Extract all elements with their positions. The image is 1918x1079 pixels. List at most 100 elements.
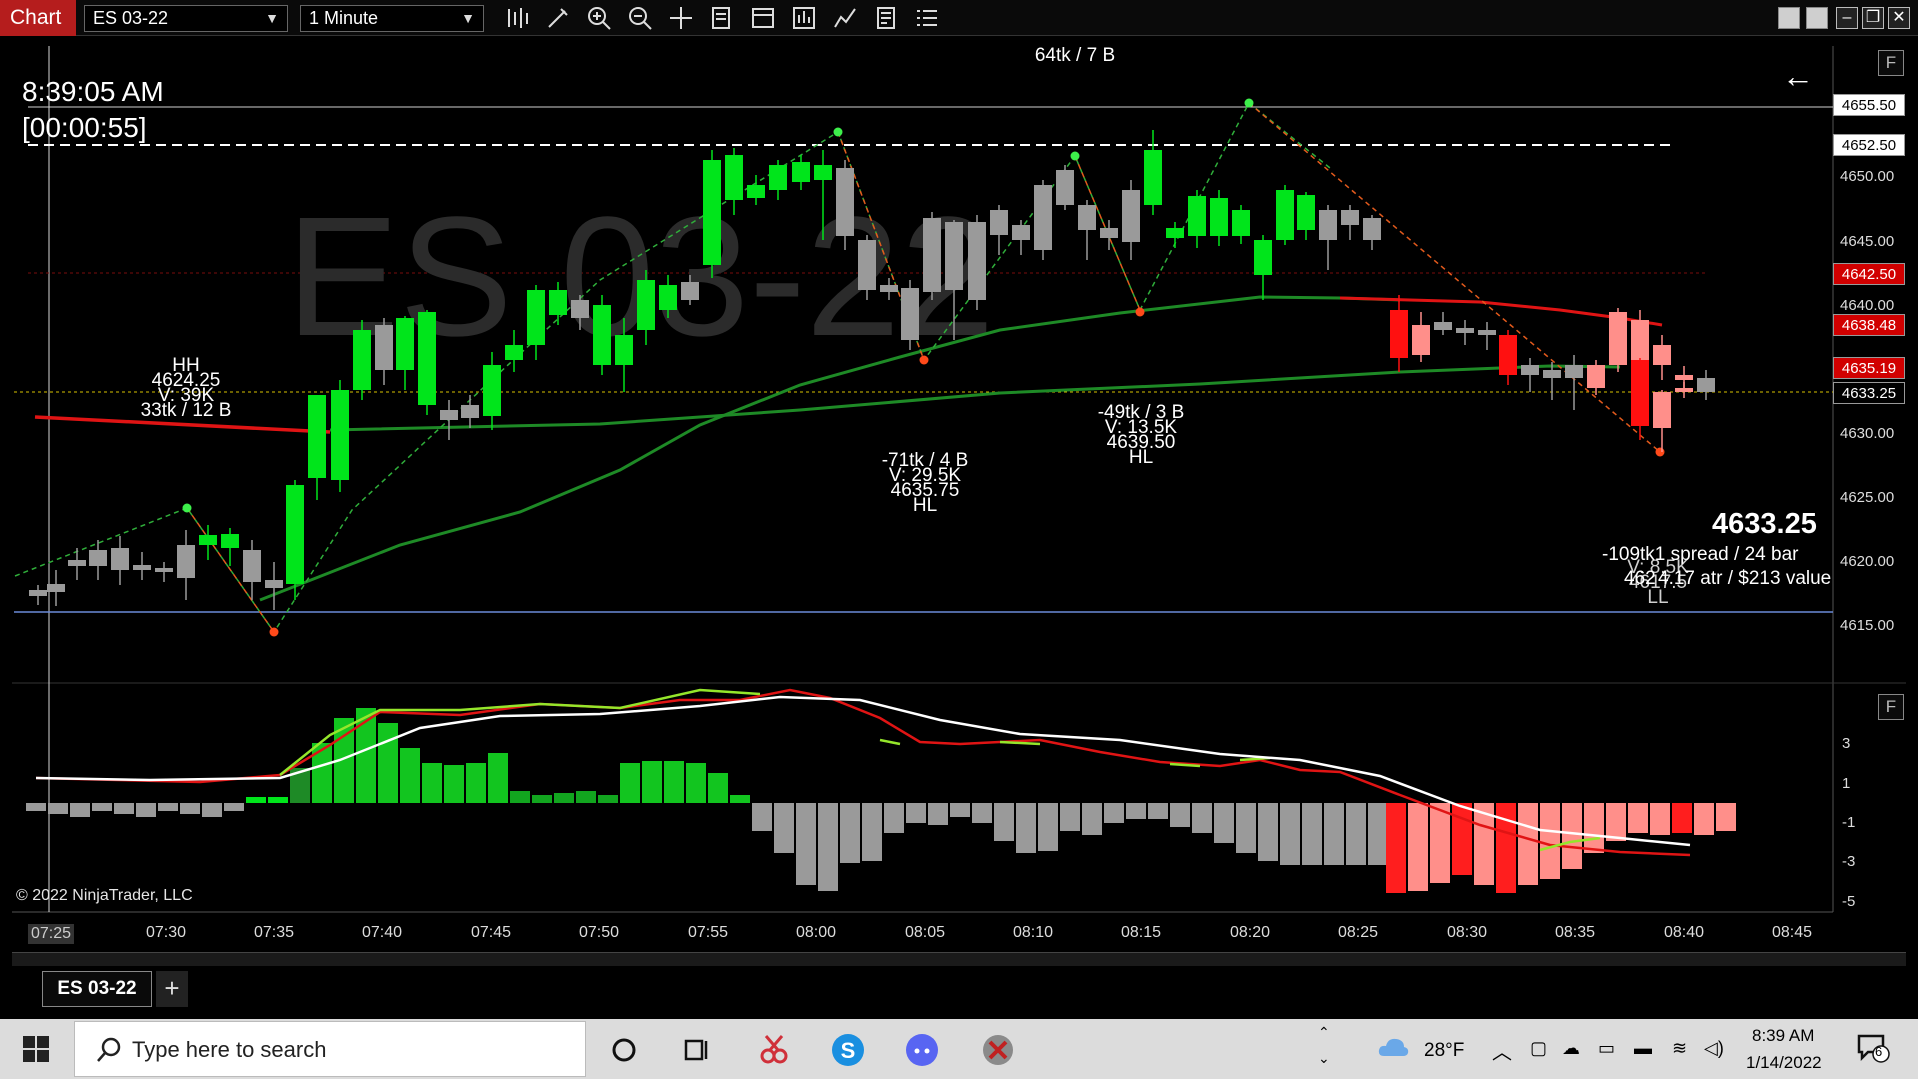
oscillator-bar — [730, 795, 750, 803]
time-axis-label: 08:30 — [1446, 924, 1488, 941]
chart-tab-es[interactable]: ES 03-22 — [42, 971, 152, 1007]
oscillator-bar — [642, 761, 662, 803]
candle-body — [1012, 225, 1030, 240]
candle-body — [111, 548, 129, 570]
candle-body — [747, 185, 765, 198]
back-arrow-icon[interactable]: ← — [1782, 58, 1814, 95]
candle-body — [901, 288, 919, 340]
swing-annotation-hl-2: -49tk / 3 B V: 13.5K 4639.50 HL — [1098, 403, 1185, 467]
horizontal-scrollbar[interactable] — [12, 952, 1906, 966]
oscillator-bar — [202, 803, 222, 817]
oscillator-bar — [1386, 803, 1406, 893]
taskbar-clock-date[interactable]: 1/14/2022 — [1746, 1053, 1822, 1073]
swing-ticks: 33tk / 12 B — [140, 400, 232, 421]
oscillator-bar — [1148, 803, 1168, 819]
candle-body — [1319, 210, 1337, 240]
candle-body — [1609, 312, 1627, 365]
oscillator-bar — [1236, 803, 1256, 853]
time-axis-label: 08:25 — [1337, 924, 1379, 941]
chevron-down-icon[interactable]: ⌄ — [1318, 1050, 1330, 1067]
candle-body — [1232, 210, 1250, 236]
oscillator-bar — [1170, 803, 1190, 827]
oscillator-bar — [444, 765, 464, 803]
swing-point-marker — [269, 627, 279, 637]
candle-body — [725, 155, 743, 200]
weather-cloud-icon[interactable] — [1376, 1034, 1410, 1060]
oscillator-bar — [1192, 803, 1212, 833]
swing-point-marker — [1244, 98, 1254, 108]
display-icon[interactable]: ▭ — [1598, 1038, 1615, 1059]
cortana-icon[interactable] — [602, 1028, 646, 1072]
candle-body — [1341, 210, 1359, 225]
weather-temp[interactable]: 28°F — [1424, 1040, 1464, 1062]
candle-body — [505, 345, 523, 360]
price-axis-label: 4645.00 — [1840, 233, 1895, 250]
skype-icon[interactable]: S — [826, 1028, 870, 1072]
oscillator-bar — [620, 763, 640, 803]
oscillator-bar — [312, 743, 332, 803]
battery-icon[interactable]: ▬ — [1634, 1038, 1652, 1059]
oscillator-bar — [1430, 803, 1450, 883]
osc-axis-label: 1 — [1842, 775, 1851, 792]
swing-annotation-hh: HH 4624.25 V: 39K 33tk / 12 B — [140, 356, 232, 421]
oscillator-bar — [1060, 803, 1080, 831]
price-axis-label: 4615.00 — [1840, 617, 1895, 634]
add-tab-button[interactable]: + — [156, 971, 188, 1007]
oscillator-bar — [796, 803, 816, 885]
volume-icon[interactable]: ◁) — [1704, 1038, 1724, 1059]
candle-body — [659, 285, 677, 310]
time-axis-label: 07:40 — [361, 924, 403, 941]
oscillator-bar — [708, 773, 728, 803]
oscillator-bar — [400, 748, 420, 803]
wifi-icon[interactable]: ≋ — [1672, 1038, 1687, 1059]
oscillator-bar — [1628, 803, 1648, 833]
candle-body — [858, 240, 876, 290]
panel-menu-button[interactable]: F — [1878, 50, 1904, 76]
time-axis-label: 08:05 — [904, 924, 946, 941]
oscillator-bar — [1368, 803, 1388, 865]
ninjatrader-icon[interactable] — [976, 1028, 1020, 1072]
task-view-icon[interactable] — [674, 1028, 718, 1072]
candle-body — [990, 210, 1008, 235]
swing-point-marker — [1070, 151, 1080, 161]
oscillator-bar — [1038, 803, 1058, 851]
tray-expand-icon[interactable]: ︿ — [1492, 1036, 1512, 1065]
panel-menu-button-lower[interactable]: F — [1878, 694, 1904, 720]
oscillator-bar — [1540, 803, 1560, 879]
windows-start-icon[interactable] — [22, 1035, 50, 1063]
candle-body — [353, 330, 371, 390]
candle-body — [1056, 170, 1074, 205]
taskbar-clock-time[interactable]: 8:39 AM — [1752, 1026, 1814, 1046]
candle-body — [375, 325, 393, 370]
oscillator-bar — [1346, 803, 1366, 865]
oscillator-bar — [532, 795, 552, 803]
oscillator-bar — [1280, 803, 1300, 865]
oscillator-bar — [840, 803, 860, 863]
candle-body — [1631, 360, 1649, 426]
oscillator-bar — [1716, 803, 1736, 831]
price-axis-label: 4640.00 — [1840, 297, 1895, 314]
notification-icon[interactable] — [1856, 1032, 1890, 1064]
oscillator-bar — [224, 803, 244, 811]
onedrive-icon[interactable]: ☁ — [1562, 1038, 1580, 1059]
snipping-tool-icon[interactable] — [752, 1028, 796, 1072]
candle-body — [792, 162, 810, 182]
meet-now-icon[interactable]: ▢ — [1530, 1038, 1547, 1059]
oscillator-bar — [1258, 803, 1278, 861]
candle-body — [396, 318, 414, 370]
oscillator-bar — [1302, 803, 1322, 865]
price-marker: 4652.50 — [1833, 134, 1905, 156]
oscillator-bar — [1214, 803, 1234, 843]
candle-body — [1297, 195, 1315, 230]
candle-body — [47, 584, 65, 592]
time-axis-label: 08:20 — [1229, 924, 1271, 941]
candle-body — [1412, 325, 1430, 355]
candle-body — [1499, 335, 1517, 375]
oscillator-bar — [994, 803, 1014, 841]
oscillator-bar — [906, 803, 926, 823]
oscillator-bar — [246, 797, 266, 803]
chevron-up-icon[interactable]: ⌃ — [1318, 1024, 1330, 1041]
oscillator-bar — [972, 803, 992, 823]
price-axis-label: 4625.00 — [1840, 489, 1895, 506]
discord-icon[interactable] — [900, 1028, 944, 1072]
